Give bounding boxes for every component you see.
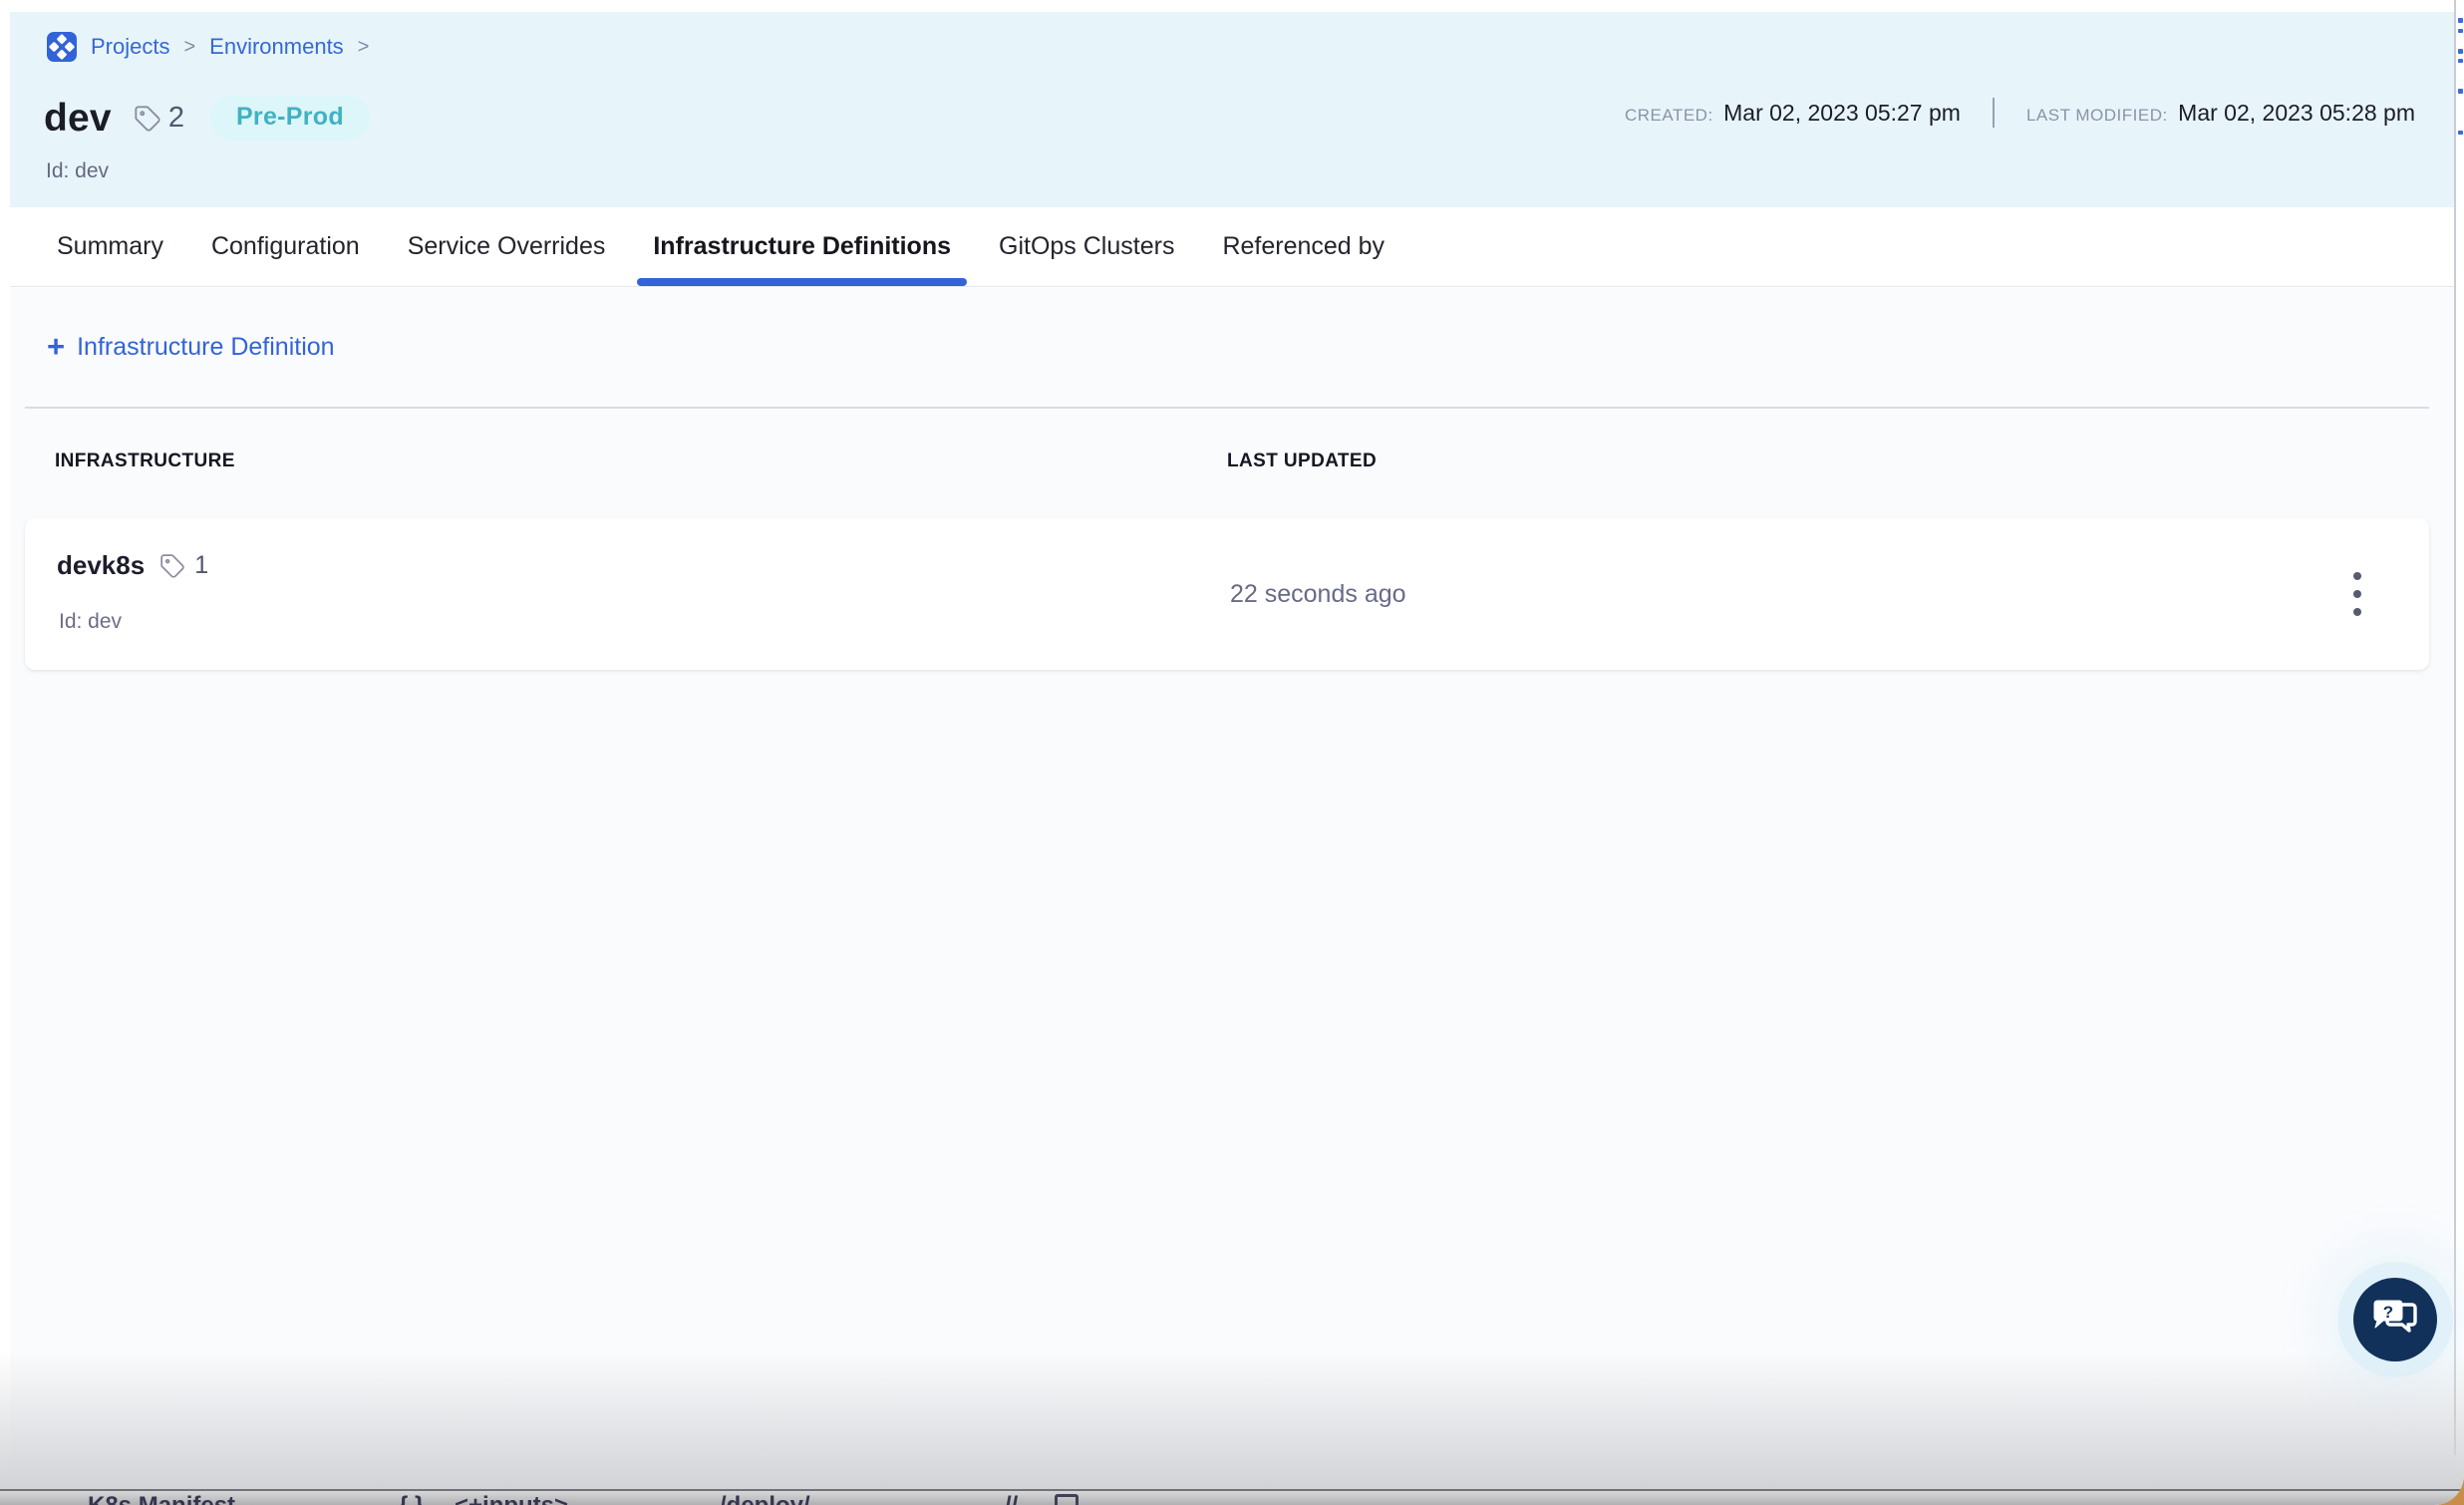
column-header-last-updated: LAST UPDATED [1227, 451, 1377, 472]
chat-question-icon: ? [2372, 1299, 2418, 1341]
environment-header: Projects > Environments > dev 2 Pre-Prod… [10, 12, 2454, 207]
breadcrumb-projects[interactable]: Projects [91, 34, 169, 60]
tab-service-overrides[interactable]: Service Overrides [408, 207, 606, 286]
meta-divider [1993, 98, 1995, 128]
projects-grid-icon [47, 32, 77, 62]
created-value: Mar 02, 2023 05:27 pm [1723, 100, 1961, 126]
bg-store-icon [1055, 1494, 1078, 1505]
plus-icon: + [47, 331, 65, 362]
column-header-infrastructure: INFRASTRUCTURE [55, 451, 235, 472]
tab-gitops-clusters[interactable]: GitOps Clusters [999, 207, 1174, 286]
bg-braces-icon: { } [399, 1494, 424, 1505]
tab-referenced-by[interactable]: Referenced by [1222, 207, 1385, 286]
bg-manifest-label: K8s Manifest [88, 1494, 235, 1505]
environment-title-row: dev 2 Pre-Prod [44, 96, 370, 141]
last-modified-label: LAST MODIFIED: [2026, 106, 2168, 125]
help-chat-button[interactable]: ? [2353, 1278, 2437, 1361]
last-updated-value: 22 seconds ago [1230, 518, 1406, 670]
infrastructure-id: Id: dev [59, 610, 122, 634]
tag-icon [134, 105, 161, 133]
env-type-badge: Pre-Prod [210, 96, 370, 141]
created-modified-meta: CREATED: Mar 02, 2023 05:27 pm LAST MODI… [1625, 98, 2415, 128]
tag-icon [159, 553, 185, 579]
background-cutoff-row: K8s Manifest { } <+inputs> /deploy/ // [0, 1489, 2464, 1505]
tab-summary[interactable]: Summary [57, 207, 163, 286]
table-row[interactable]: devk8s 1 Id: dev 22 seconds ago [25, 518, 2429, 670]
bg-path-label: /deploy/ [720, 1494, 810, 1505]
infrastructure-name[interactable]: devk8s [57, 550, 145, 581]
infrastructure-tag-count: 1 [194, 551, 208, 580]
tab-infrastructure-definitions[interactable]: Infrastructure Definitions [653, 207, 951, 286]
bg-runtime-input-label: <+inputs> [455, 1494, 568, 1505]
add-infrastructure-definition-label: Infrastructure Definition [77, 333, 334, 362]
row-options-menu-button[interactable] [2335, 564, 2379, 624]
add-infrastructure-definition-button[interactable]: + Infrastructure Definition [47, 333, 335, 362]
env-tag-count: 2 [168, 102, 184, 135]
breadcrumb-environments[interactable]: Environments [209, 34, 344, 60]
breadcrumb-separator: > [358, 36, 370, 59]
svg-text:?: ? [2383, 1303, 2393, 1322]
breadcrumb-separator: > [183, 36, 195, 59]
section-divider [25, 407, 2429, 409]
infrastructure-definitions-panel: + Infrastructure Definition INFRASTRUCTU… [10, 288, 2454, 1505]
env-id: Id: dev [46, 159, 109, 183]
tab-configuration[interactable]: Configuration [211, 207, 360, 286]
right-edge-minimap [2454, 0, 2464, 1455]
created-label: CREATED: [1625, 106, 1713, 125]
breadcrumb: Projects > Environments > [47, 32, 369, 62]
page-title: dev [44, 97, 112, 141]
environment-tabs: Summary Configuration Service Overrides … [10, 207, 2454, 287]
env-tags: 2 [134, 102, 184, 135]
last-modified-value: Mar 02, 2023 05:28 pm [2178, 100, 2415, 126]
app-window: Projects > Environments > dev 2 Pre-Prod… [0, 0, 2464, 1505]
bg-slashes-label: // [1005, 1494, 1018, 1505]
